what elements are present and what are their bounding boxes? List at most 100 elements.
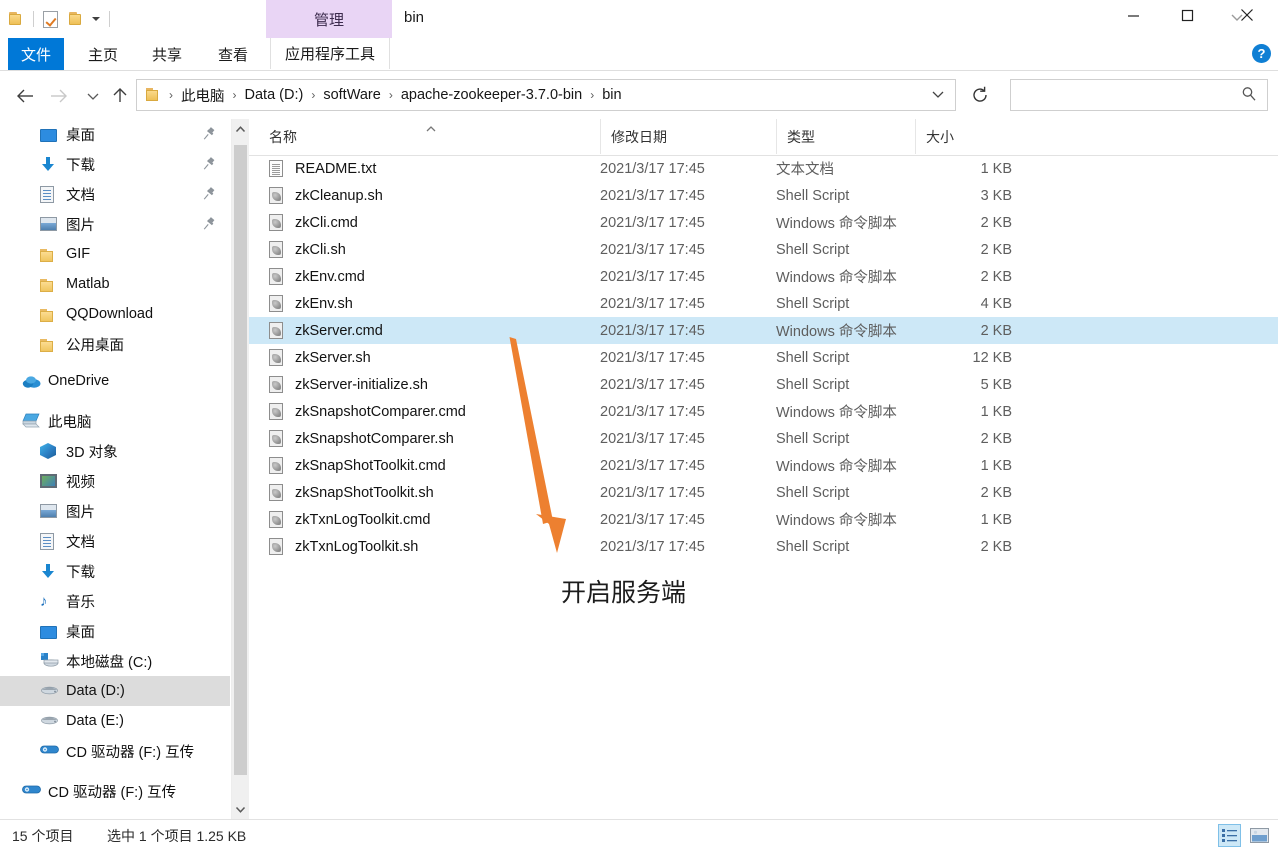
table-row[interactable]: zkEnv.sh 2021/3/17 17:45 Shell Script 4 KB <box>249 290 1278 317</box>
table-row[interactable]: zkCleanup.sh 2021/3/17 17:45 Shell Script 3… <box>249 182 1278 209</box>
file-name-label: zkTxnLogToolkit.sh <box>295 538 419 555</box>
refresh-icon[interactable] <box>963 79 996 111</box>
sidebar-item-17[interactable]: 本地磁盘 (C:) <box>0 646 230 676</box>
table-row[interactable]: zkTxnLogToolkit.sh 2021/3/17 17:45 Shell S… <box>249 533 1278 560</box>
help-icon[interactable]: ? <box>1252 44 1271 63</box>
tab-file[interactable]: 文件 <box>8 38 64 70</box>
details-view-button[interactable] <box>1218 824 1241 847</box>
minimize-button[interactable] <box>1110 0 1156 30</box>
tab-home[interactable]: 主页 <box>76 38 130 70</box>
up-arrow-icon[interactable] <box>108 80 132 112</box>
table-row[interactable]: zkSnapshotComparer.cmd 2021/3/17 17:45 Win… <box>249 398 1278 425</box>
table-row[interactable]: zkSnapShotToolkit.cmd 2021/3/17 17:45 Wind… <box>249 452 1278 479</box>
pin-icon[interactable] <box>202 157 216 171</box>
address-dropdown-icon[interactable] <box>931 87 945 104</box>
breadcrumb-item-0[interactable]: 此电脑 <box>179 85 227 106</box>
sidebar-item-18[interactable]: Data (D:) <box>0 676 230 706</box>
pin-icon[interactable] <box>202 127 216 141</box>
new-folder-icon[interactable] <box>68 12 84 26</box>
table-row[interactable]: zkServer.sh 2021/3/17 17:45 Shell Script 12… <box>249 344 1278 371</box>
sidebar-item-14[interactable]: 下载 <box>0 556 230 586</box>
scroll-up-arrow-icon[interactable] <box>232 119 249 139</box>
sidebar-item-20[interactable]: CD 驱动器 (F:) 互传 <box>0 736 230 766</box>
search-box[interactable] <box>1010 79 1268 111</box>
breadcrumb-item-1[interactable]: Data (D:) <box>243 87 306 103</box>
sidebar-item-13[interactable]: 文档 <box>0 526 230 556</box>
sidebar-item-label: 本地磁盘 (C:) <box>66 654 153 671</box>
folder-icon <box>40 275 58 293</box>
sidebar-item-12[interactable]: 图片 <box>0 496 230 526</box>
script-file-icon <box>269 349 283 366</box>
breadcrumb-separator-1: › <box>232 88 237 102</box>
column-header-date[interactable]: 修改日期 <box>600 119 776 154</box>
address-bar[interactable]: › 此电脑 › Data (D:) › softWare › apache-zo… <box>136 79 956 111</box>
forward-arrow-icon[interactable] <box>46 80 72 112</box>
table-row[interactable]: zkSnapShotToolkit.sh 2021/3/17 17:45 Shell… <box>249 479 1278 506</box>
table-row[interactable]: zkTxnLogToolkit.cmd 2021/3/17 17:45 Window… <box>249 506 1278 533</box>
navigation-pane-scrollbar[interactable] <box>231 119 249 819</box>
maximize-button[interactable] <box>1164 0 1210 30</box>
pin-icon[interactable] <box>202 187 216 201</box>
contextual-tab-band[interactable]: 管理 <box>266 0 392 38</box>
tab-share-label: 共享 <box>152 46 183 64</box>
breadcrumb-item-2[interactable]: softWare <box>321 87 382 103</box>
sidebar-item-4[interactable]: GIF <box>0 239 230 269</box>
column-header-name[interactable]: 名称 <box>249 119 580 154</box>
script-file-icon <box>269 295 283 312</box>
script-file-icon <box>269 322 283 339</box>
column-header-size[interactable]: 大小 <box>915 119 1024 154</box>
annotation-label: 开启服务端 <box>561 578 687 607</box>
sidebar-item-15[interactable]: ♪ 音乐 <box>0 586 230 616</box>
file-explorer-window: 管理 bin 文件 主页 共享 查看 应用程序工具 ? › 此电脑 › Data… <box>0 0 1278 851</box>
sidebar-item-9[interactable]: 此电脑 <box>0 406 230 436</box>
file-name-cell: zkServer.cmd <box>269 322 383 339</box>
file-type-cell: Shell Script <box>776 349 850 366</box>
breadcrumb-item-4[interactable]: bin <box>600 87 623 103</box>
pin-icon[interactable] <box>202 217 216 231</box>
sidebar-item-19[interactable]: Data (E:) <box>0 706 230 736</box>
script-file-icon <box>269 376 283 393</box>
search-input[interactable] <box>1011 81 1241 109</box>
recent-locations-chevron-icon[interactable] <box>80 80 106 112</box>
sidebar-item-0[interactable]: 桌面 <box>0 119 230 149</box>
sidebar-item-6[interactable]: QQDownload <box>0 299 230 329</box>
file-type-cell: Windows 命令脚本 <box>776 459 897 475</box>
sidebar-item-7[interactable]: 公用桌面 <box>0 329 230 359</box>
table-row[interactable]: zkCli.sh 2021/3/17 17:45 Shell Script 2 KB <box>249 236 1278 263</box>
sidebar-item-3[interactable]: 图片 <box>0 209 230 239</box>
sidebar-item-16[interactable]: 桌面 <box>0 616 230 646</box>
videos-icon <box>40 472 58 490</box>
customize-caret-icon[interactable] <box>92 17 100 21</box>
back-arrow-icon[interactable] <box>12 80 38 112</box>
table-row[interactable]: zkEnv.cmd 2021/3/17 17:45 Windows 命令脚本 2 KB <box>249 263 1278 290</box>
download-icon <box>40 155 58 173</box>
onedrive-icon <box>22 372 41 390</box>
sidebar-item-21[interactable]: CD 驱动器 (F:) 互传 <box>0 776 230 806</box>
breadcrumb-item-3[interactable]: apache-zookeeper-3.7.0-bin <box>399 87 584 103</box>
scroll-down-arrow-icon[interactable] <box>232 799 249 819</box>
tab-application-tools[interactable]: 应用程序工具 <box>270 38 390 69</box>
column-header-type-label: 类型 <box>787 128 815 145</box>
file-type-cell: Windows 命令脚本 <box>776 270 897 286</box>
large-icons-view-button[interactable] <box>1248 824 1271 847</box>
table-row[interactable]: zkServer-initialize.sh 2021/3/17 17:45 She… <box>249 371 1278 398</box>
table-row[interactable]: zkSnapshotComparer.sh 2021/3/17 17:45 Shel… <box>249 425 1278 452</box>
table-row[interactable]: zkServer.cmd 2021/3/17 17:45 Windows 命令脚本 2… <box>249 317 1278 344</box>
search-icon[interactable] <box>1241 86 1257 105</box>
sidebar-item-8[interactable]: OneDrive <box>0 366 230 396</box>
file-name-label: zkServer.sh <box>295 349 371 366</box>
tab-view[interactable]: 查看 <box>206 38 260 70</box>
sidebar-item-1[interactable]: 下载 <box>0 149 230 179</box>
properties-icon[interactable] <box>43 10 58 28</box>
sidebar-item-2[interactable]: 文档 <box>0 179 230 209</box>
chevron-down-icon[interactable] <box>1228 8 1246 26</box>
sidebar-item-11[interactable]: 视频 <box>0 466 230 496</box>
sidebar-item-5[interactable]: Matlab <box>0 269 230 299</box>
sidebar-item-10[interactable]: 3D 对象 <box>0 436 230 466</box>
folder-icon[interactable] <box>8 12 24 26</box>
file-name-label: zkCli.cmd <box>295 214 358 231</box>
scrollbar-thumb[interactable] <box>234 145 247 775</box>
table-row[interactable]: zkCli.cmd 2021/3/17 17:45 Windows 命令脚本 2 KB <box>249 209 1278 236</box>
tab-share[interactable]: 共享 <box>140 38 194 70</box>
table-row[interactable]: README.txt 2021/3/17 17:45 文本文档 1 KB <box>249 155 1278 182</box>
